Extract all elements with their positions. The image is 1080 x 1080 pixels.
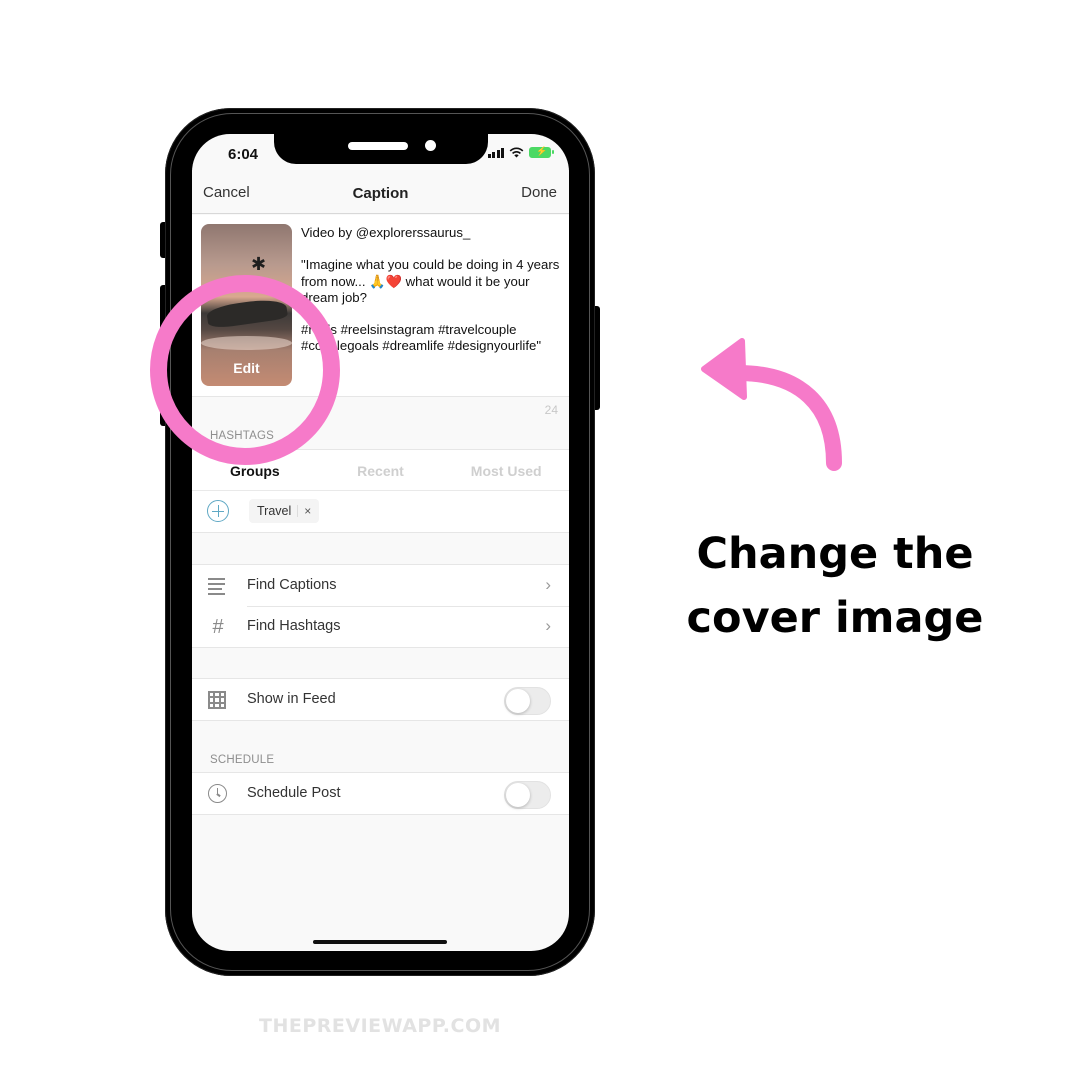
page-title: Caption: [352, 185, 409, 202]
watermark: THEPREVIEWAPP.COM: [258, 1015, 502, 1037]
hashtag-group-chip[interactable]: Travel ×: [249, 499, 320, 523]
chip-label: Travel: [257, 504, 292, 518]
signal-icon: [487, 147, 504, 158]
find-list: Find Captions › # Find Hashtags ›: [192, 564, 569, 648]
find-hashtags-label: Find Hashtags: [247, 618, 341, 634]
show-in-feed-toggle[interactable]: [504, 687, 551, 715]
phone-screen: 6:04 ⚡ Cancel Caption Done ✱ ✱ Edit Vide…: [192, 134, 569, 951]
find-captions-label: Find Captions: [247, 577, 337, 593]
notch: [274, 134, 488, 164]
close-icon[interactable]: ×: [304, 504, 311, 518]
palm-tree-icon: ✱: [251, 254, 267, 274]
schedule-post-row: Schedule Post: [192, 773, 569, 814]
schedule-post-label: Schedule Post: [247, 785, 341, 801]
show-in-feed-label: Show in Feed: [247, 691, 336, 707]
hash-icon: #: [212, 616, 224, 638]
navbar: Cancel Caption Done: [192, 170, 569, 214]
schedule-section-label: SCHEDULE: [210, 754, 275, 766]
curved-arrow-icon: [701, 338, 842, 471]
wifi-icon: [509, 147, 524, 158]
chip-divider: [297, 505, 299, 517]
clock-icon: [208, 784, 227, 803]
highlight-circle: [150, 275, 340, 465]
show-in-feed-row: Show in Feed: [192, 679, 569, 720]
status-time: 6:04: [228, 146, 259, 163]
grid-icon-wrap: [208, 691, 228, 711]
chevron-right-icon: ›: [545, 616, 551, 635]
tab-recent[interactable]: Recent: [318, 450, 444, 490]
front-camera: [425, 140, 436, 151]
chevron-right-icon: ›: [545, 575, 551, 594]
schedule-post-toggle[interactable]: [504, 781, 551, 809]
annotation-line-2: cover image: [686, 593, 984, 643]
hashtag-groups-row: Travel ×: [192, 491, 569, 533]
clock-icon-wrap: [208, 784, 228, 804]
lines-icon: [208, 578, 225, 598]
character-count: 24: [544, 403, 558, 417]
annotation-line-1: Change the: [696, 529, 974, 579]
home-indicator: [313, 940, 447, 944]
speaker: [348, 142, 408, 150]
done-button[interactable]: Done: [521, 184, 557, 201]
battery-icon: ⚡: [529, 146, 554, 158]
grid-icon: [208, 691, 226, 709]
add-group-button[interactable]: [207, 500, 229, 522]
tab-most-used[interactable]: Most Used: [443, 450, 569, 490]
find-captions-row[interactable]: Find Captions ›: [192, 565, 569, 606]
caption-input[interactable]: Video by @explorerssaurus_ "Imagine what…: [301, 225, 563, 355]
status-icons: ⚡: [487, 146, 554, 158]
show-in-feed-group: Show in Feed: [192, 678, 569, 721]
schedule-group: Schedule Post: [192, 772, 569, 815]
annotation-text: Change the cover image: [655, 522, 1015, 650]
find-hashtags-row[interactable]: # Find Hashtags ›: [192, 606, 569, 647]
